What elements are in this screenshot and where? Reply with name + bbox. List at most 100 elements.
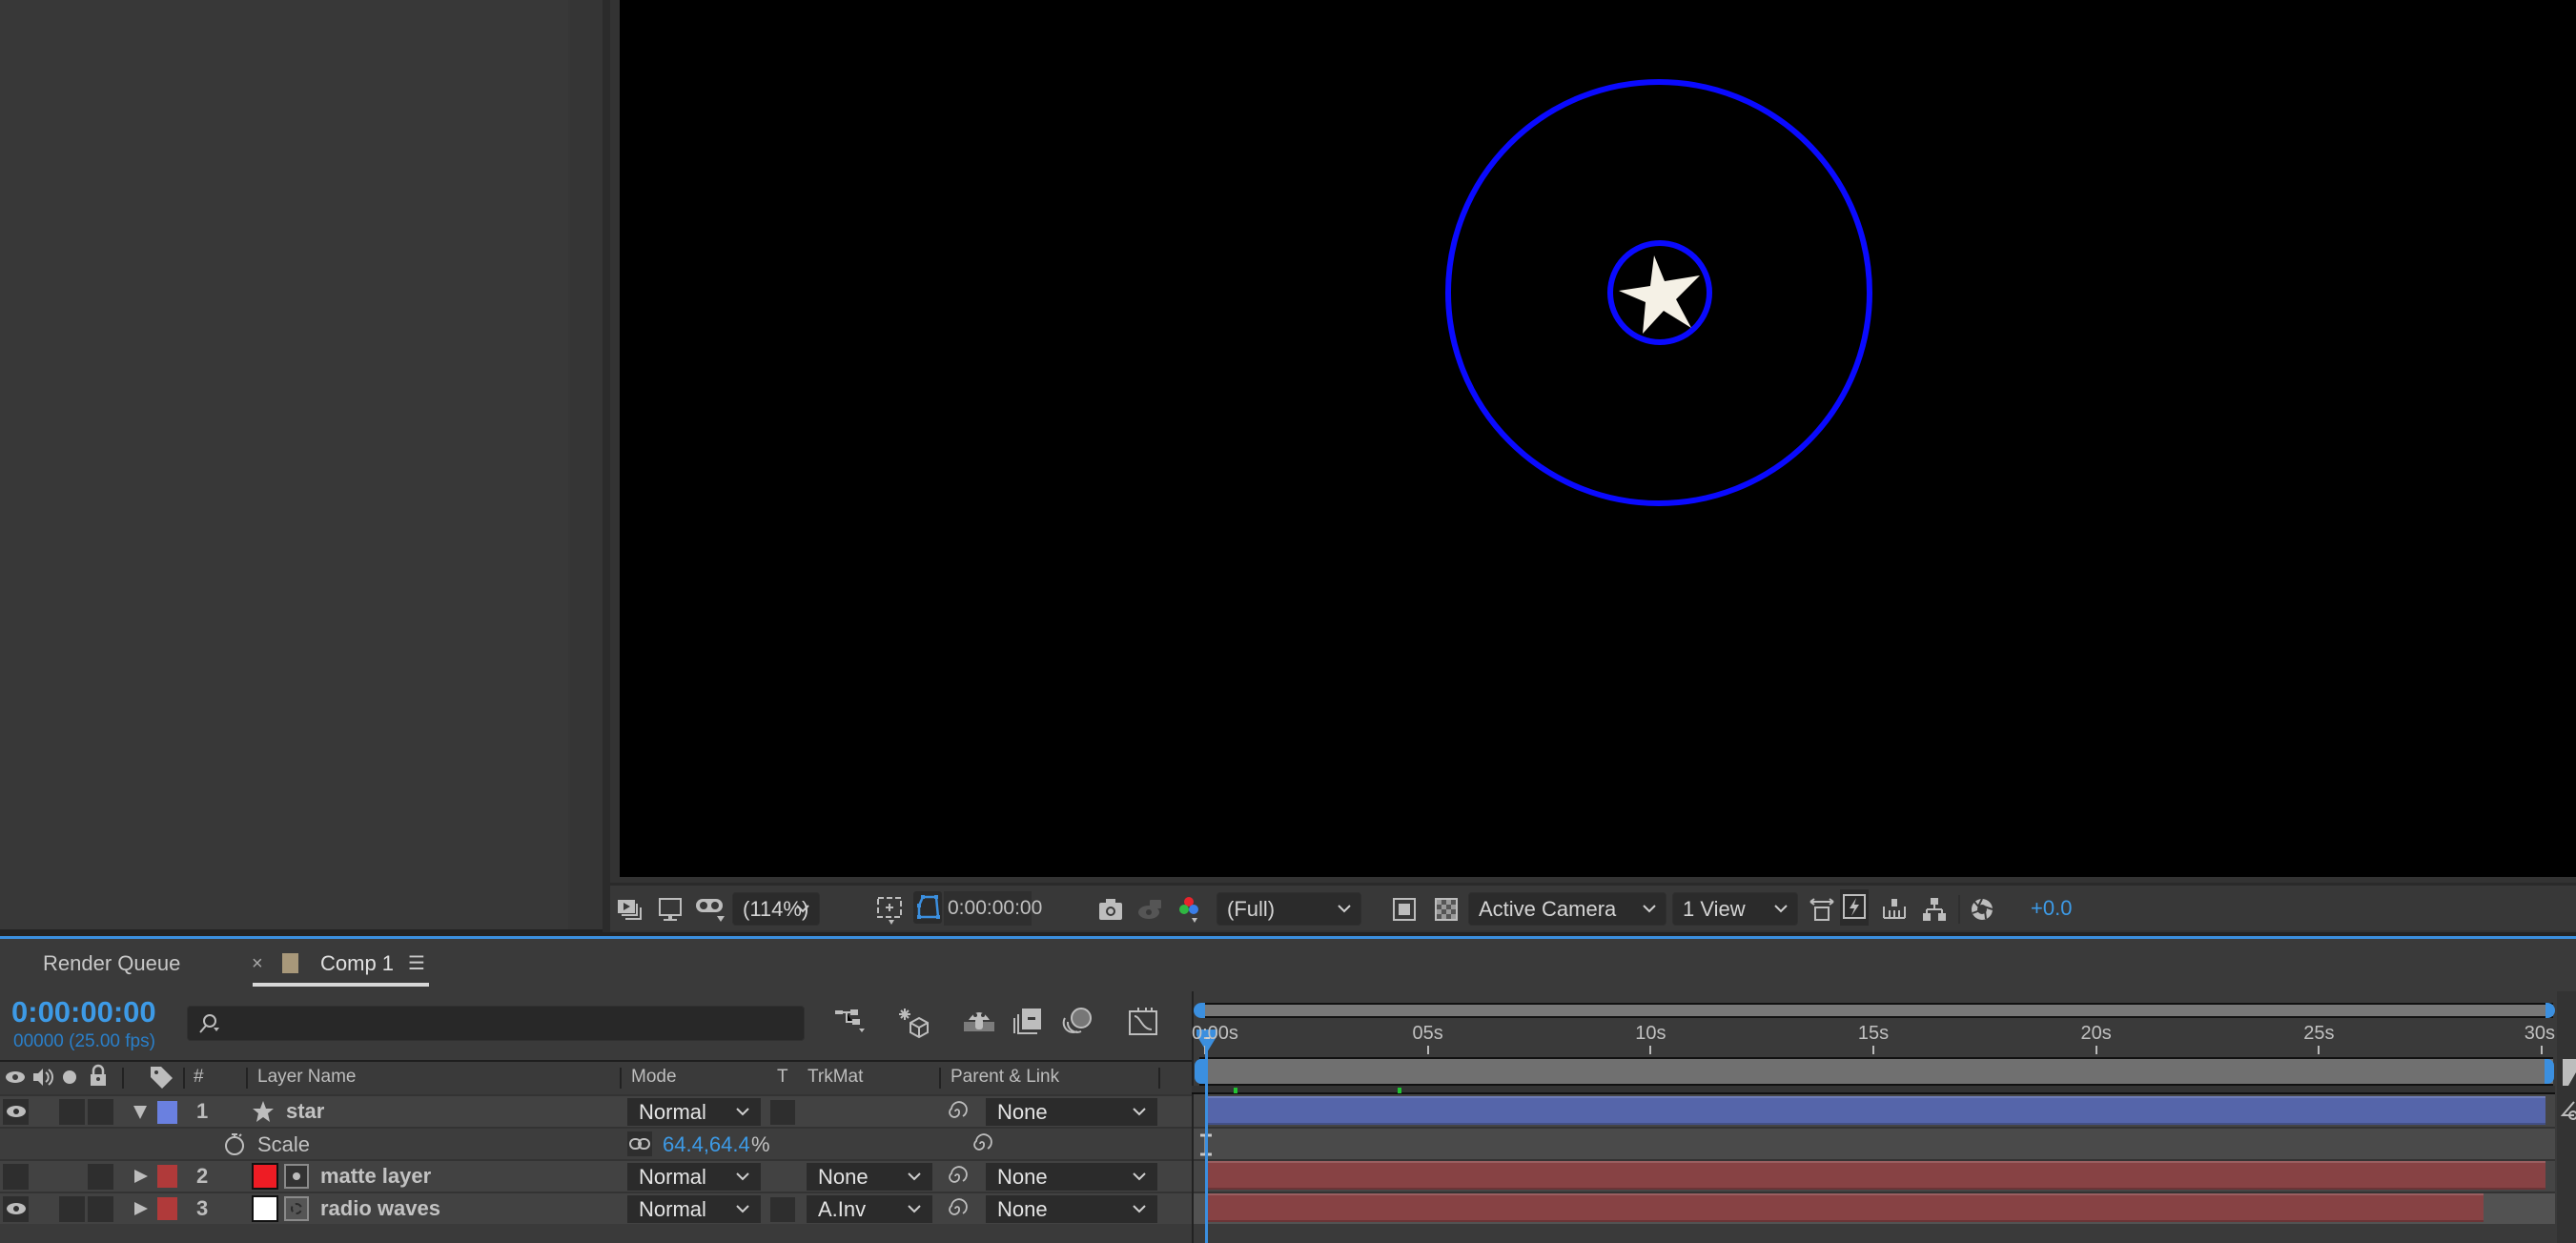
always-preview-icon[interactable] [616,895,644,924]
tab-comp-1[interactable]: Comp 1 [320,951,394,976]
keyframe-marker[interactable] [1398,1088,1401,1093]
navigator-start-handle[interactable] [1194,1003,1205,1018]
column-separator[interactable] [183,1068,185,1089]
zoom-slider-icon[interactable] [2563,1059,2576,1086]
property-row-scale[interactable]: Scale 64.4,64.4 % [0,1127,1192,1159]
track-matte-dropdown[interactable]: None [807,1163,932,1191]
toggle-transparency-grid-icon[interactable] [1390,895,1419,924]
layer-search-input[interactable] [187,1006,805,1041]
preserve-transparency-toggle[interactable] [770,1100,795,1125]
layer-duration-bar[interactable] [1207,1161,2545,1190]
composition-mini-flowchart-icon[interactable] [833,1007,869,1035]
motion-blur-icon[interactable] [1062,1007,1098,1035]
pick-whip-icon[interactable] [947,1198,968,1219]
expand-triangle-icon[interactable] [134,1202,148,1216]
resolution-dropdown[interactable]: (Full) [1216,892,1361,926]
exposure-value[interactable]: +0.0 [2031,896,2072,921]
pick-whip-icon[interactable] [947,1101,968,1122]
track-matte-dropdown[interactable]: A.Inv [807,1195,932,1223]
lock-toggle[interactable] [88,1196,113,1222]
show-snapshot-icon[interactable] [1136,895,1165,924]
layer-duration-bar[interactable] [1207,1096,2545,1125]
scale-value[interactable]: 64.4,64.4 [663,1132,750,1157]
tab-render-queue[interactable]: Render Queue [43,951,180,976]
ruler-tick [2095,1046,2097,1054]
comp-marker-icon[interactable] [2561,1100,2576,1121]
layer-row-star[interactable]: 1 star Normal None [0,1094,1192,1127]
draft-3d-icon[interactable] [896,1007,932,1039]
expression-pick-whip-icon[interactable] [971,1133,992,1154]
stopwatch-icon[interactable] [223,1131,246,1157]
fast-previews-icon[interactable] [1840,889,1869,926]
current-time-display[interactable]: 0:00:00:00 [944,891,1042,926]
column-separator[interactable] [620,1068,622,1089]
audio-icon[interactable] [31,1066,54,1089]
label-color[interactable] [157,1101,177,1124]
vr-goggles-icon[interactable] [694,895,726,924]
composition-canvas[interactable] [620,0,2576,877]
parent-dropdown[interactable]: None [986,1098,1157,1126]
time-navigator-bar[interactable] [1199,1003,2553,1018]
rgb-channels-icon[interactable] [1176,895,1205,924]
column-layer-name[interactable]: Layer Name [257,1067,357,1088]
layer-name[interactable]: matte layer [320,1164,431,1189]
column-separator[interactable] [246,1068,248,1089]
column-separator[interactable] [1158,1068,1160,1089]
playhead-line[interactable] [1205,1039,1208,1243]
snapshot-icon[interactable] [1096,895,1125,924]
preserve-transparency-toggle[interactable] [770,1197,795,1222]
region-of-interest-icon[interactable] [875,895,904,925]
label-color[interactable] [157,1197,177,1220]
visibility-toggle[interactable] [3,1196,29,1222]
layer-duration-bar[interactable] [1207,1193,2484,1222]
graph-editor-icon[interactable] [1127,1007,1163,1035]
panel-menu-icon[interactable]: ☰ [408,951,425,975]
layer-row-matte-layer[interactable]: 2 matte layer Normal None None [0,1159,1192,1192]
column-separator[interactable] [122,1068,124,1089]
constrain-proportions-toggle[interactable] [627,1131,652,1156]
collapse-triangle-icon[interactable] [133,1106,147,1120]
view-layout-dropdown[interactable]: 1 View [1672,892,1798,926]
expand-triangle-icon[interactable] [134,1170,148,1184]
column-separator[interactable] [939,1068,941,1089]
work-area-bar[interactable] [1199,1057,2553,1086]
layer-name[interactable]: star [286,1099,324,1124]
timeline-icon[interactable] [1880,895,1909,924]
mode-dropdown[interactable]: Normal [627,1163,761,1191]
solo-icon[interactable] [62,1070,77,1085]
frame-blending-icon[interactable] [1012,1007,1049,1035]
video-visibility-icon[interactable] [4,1068,27,1087]
magnification-dropdown[interactable]: (114%) [732,892,820,926]
visibility-toggle[interactable] [3,1099,29,1125]
project-panel [0,0,603,929]
camera-view-dropdown[interactable]: Active Camera [1468,892,1666,926]
current-time-timecode[interactable]: 0:00:00:00 [11,995,156,1029]
solo-toggle[interactable] [59,1196,85,1222]
3d-view-icon[interactable] [1808,895,1836,924]
work-area-end-handle[interactable] [2545,1059,2554,1084]
keyframe-marker[interactable] [1234,1088,1237,1093]
lock-icon[interactable] [88,1064,109,1087]
mask-path-visibility-icon[interactable] [913,891,942,924]
pick-whip-icon[interactable] [947,1166,968,1187]
layer-row-radio-waves[interactable]: 3 radio waves Normal A.Inv None [0,1192,1192,1224]
reset-exposure-icon[interactable] [1968,895,1996,924]
close-tab-button[interactable]: × [252,953,263,975]
panel-divider[interactable] [603,0,610,932]
parent-dropdown[interactable]: None [986,1163,1157,1191]
label-color[interactable] [157,1165,177,1188]
parent-dropdown[interactable]: None [986,1195,1157,1223]
search-field[interactable] [230,1009,792,1037]
solo-toggle[interactable] [59,1099,85,1125]
lock-toggle[interactable] [88,1164,113,1190]
label-tag-icon[interactable] [148,1064,174,1090]
visibility-toggle[interactable] [3,1164,29,1190]
shy-layers-icon[interactable] [961,1007,997,1035]
monitor-icon[interactable] [656,895,685,924]
checkerboard-icon[interactable] [1432,895,1461,924]
mode-dropdown[interactable]: Normal [627,1098,761,1126]
layer-name[interactable]: radio waves [320,1196,440,1221]
mode-dropdown[interactable]: Normal [627,1195,761,1223]
flowchart-icon[interactable] [1920,895,1949,924]
lock-toggle[interactable] [88,1099,113,1125]
